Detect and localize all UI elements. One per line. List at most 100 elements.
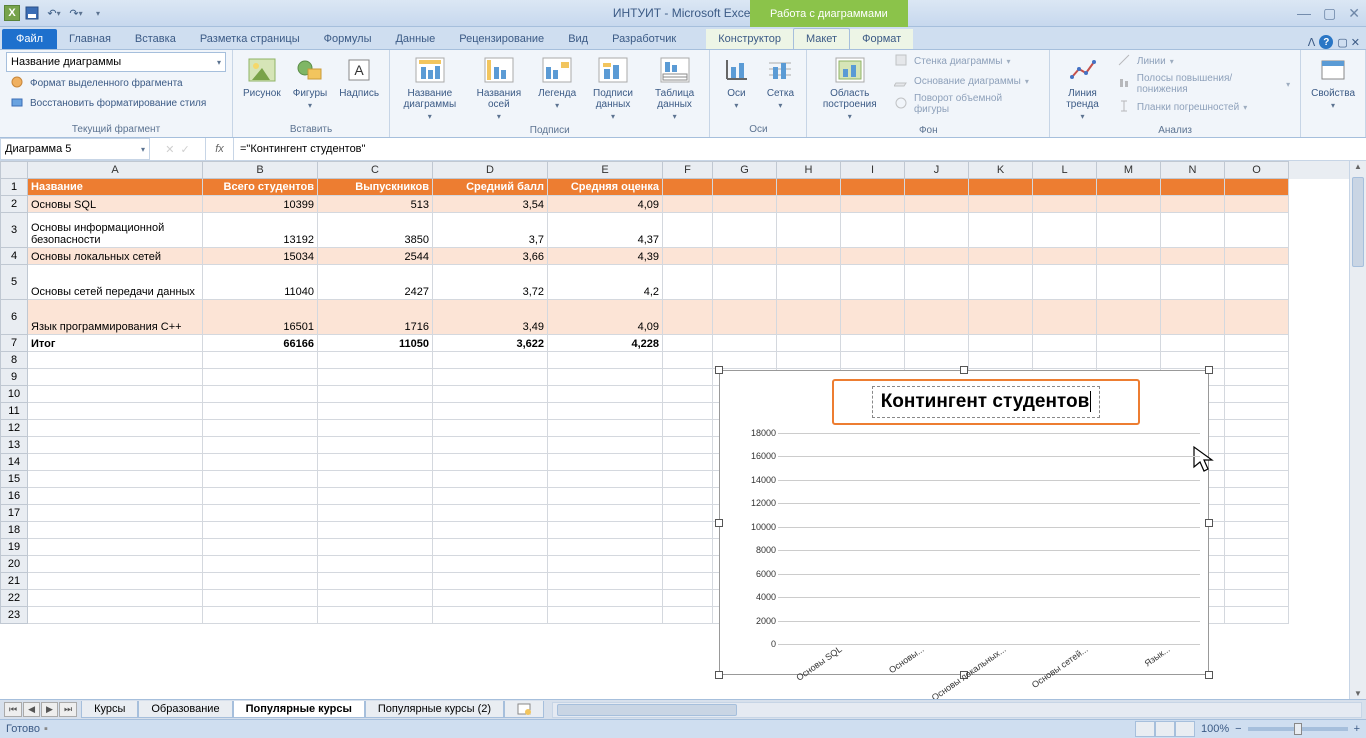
trendline-button[interactable]: Линия тренда▾: [1056, 52, 1109, 123]
cell[interactable]: 11050: [318, 335, 433, 352]
sheet-nav-next-icon[interactable]: ▶: [41, 702, 58, 717]
cell[interactable]: [713, 196, 777, 213]
cell[interactable]: Средняя оценка: [548, 179, 663, 196]
cell[interactable]: [1225, 369, 1289, 386]
restore-icon[interactable]: ▢: [1323, 5, 1336, 22]
row-header[interactable]: 17: [0, 505, 28, 522]
cell[interactable]: [548, 437, 663, 454]
row-header[interactable]: 6: [0, 300, 28, 335]
cell[interactable]: [663, 213, 713, 248]
cell[interactable]: [713, 179, 777, 196]
cell[interactable]: [28, 471, 203, 488]
cell[interactable]: [548, 420, 663, 437]
cell[interactable]: [1225, 300, 1289, 335]
row-header[interactable]: 20: [0, 556, 28, 573]
cell[interactable]: [969, 196, 1033, 213]
cell[interactable]: [969, 352, 1033, 369]
column-header[interactable]: J: [905, 161, 969, 179]
cell[interactable]: [1161, 179, 1225, 196]
cell[interactable]: [777, 248, 841, 265]
zoom-in-icon[interactable]: +: [1354, 723, 1360, 735]
tab-insert[interactable]: Вставка: [123, 29, 188, 49]
cell[interactable]: [663, 335, 713, 352]
reset-style-button[interactable]: Восстановить форматирование стиля: [6, 94, 210, 112]
cell[interactable]: [548, 505, 663, 522]
cell[interactable]: [663, 505, 713, 522]
cell[interactable]: [433, 403, 548, 420]
cell[interactable]: [433, 369, 548, 386]
formula-input[interactable]: ="Контингент студентов": [234, 138, 1366, 160]
cell[interactable]: [433, 505, 548, 522]
cell[interactable]: [1161, 196, 1225, 213]
cell[interactable]: [841, 335, 905, 352]
cell[interactable]: [1225, 335, 1289, 352]
sheet-nav-first-icon[interactable]: ⏮: [4, 702, 22, 717]
cell[interactable]: Основы SQL: [28, 196, 203, 213]
cell[interactable]: 4,228: [548, 335, 663, 352]
cell[interactable]: [28, 522, 203, 539]
cell[interactable]: [663, 403, 713, 420]
cell[interactable]: 10399: [203, 196, 318, 213]
horizontal-scrollbar[interactable]: [552, 702, 1362, 718]
cell[interactable]: [905, 265, 969, 300]
row-header[interactable]: 18: [0, 522, 28, 539]
cell[interactable]: [28, 420, 203, 437]
tab-formulas[interactable]: Формулы: [312, 29, 384, 49]
row-header[interactable]: 5: [0, 265, 28, 300]
cell[interactable]: [841, 352, 905, 369]
vertical-scrollbar[interactable]: [1349, 161, 1366, 699]
cell[interactable]: [28, 573, 203, 590]
cell[interactable]: Основы локальных сетей: [28, 248, 203, 265]
tab-layout[interactable]: Макет: [793, 28, 850, 49]
embedded-chart[interactable]: Контингент студентов 0200040006000800010…: [719, 370, 1209, 675]
cell[interactable]: [663, 248, 713, 265]
cell[interactable]: [663, 196, 713, 213]
cell[interactable]: [1097, 335, 1161, 352]
cell[interactable]: [1033, 265, 1097, 300]
cell[interactable]: [548, 369, 663, 386]
cell[interactable]: [548, 556, 663, 573]
cell[interactable]: [548, 403, 663, 420]
cell[interactable]: 15034: [203, 248, 318, 265]
cell[interactable]: [777, 196, 841, 213]
cell[interactable]: [203, 573, 318, 590]
column-header[interactable]: N: [1161, 161, 1225, 179]
sheet-tab[interactable]: Популярные курсы: [233, 701, 365, 718]
shapes-button[interactable]: Фигуры▾: [289, 52, 331, 112]
cell[interactable]: [318, 403, 433, 420]
picture-button[interactable]: Рисунок: [239, 52, 285, 101]
cell[interactable]: [1033, 335, 1097, 352]
cell[interactable]: [318, 556, 433, 573]
sheet-nav-last-icon[interactable]: ⏭: [59, 702, 77, 717]
cell[interactable]: [1161, 300, 1225, 335]
cell[interactable]: [1161, 352, 1225, 369]
cell[interactable]: [28, 590, 203, 607]
zoom-level[interactable]: 100%: [1201, 723, 1229, 735]
worksheet-grid[interactable]: ABCDEFGHIJKLMNO 1НазваниеВсего студентов…: [0, 161, 1366, 699]
cell[interactable]: [663, 556, 713, 573]
cancel-formula-icon[interactable]: ✕: [165, 143, 174, 156]
cell[interactable]: [841, 196, 905, 213]
column-header[interactable]: A: [28, 161, 203, 179]
cell[interactable]: 16501: [203, 300, 318, 335]
column-header[interactable]: L: [1033, 161, 1097, 179]
cell[interactable]: [905, 300, 969, 335]
cell[interactable]: [905, 179, 969, 196]
row-header[interactable]: 15: [0, 471, 28, 488]
column-header[interactable]: F: [663, 161, 713, 179]
cell[interactable]: Основы сетей передачи данных: [28, 265, 203, 300]
cell[interactable]: [318, 471, 433, 488]
cell[interactable]: [1097, 196, 1161, 213]
cell[interactable]: [1225, 590, 1289, 607]
cell[interactable]: [663, 386, 713, 403]
row-header[interactable]: 7: [0, 335, 28, 352]
cell[interactable]: [777, 352, 841, 369]
cell[interactable]: [1225, 454, 1289, 471]
normal-view-icon[interactable]: [1135, 721, 1155, 737]
cell[interactable]: [433, 420, 548, 437]
cell[interactable]: Средний балл: [433, 179, 548, 196]
cell[interactable]: [318, 454, 433, 471]
cell[interactable]: [433, 352, 548, 369]
cell[interactable]: [663, 539, 713, 556]
cell[interactable]: [1225, 420, 1289, 437]
